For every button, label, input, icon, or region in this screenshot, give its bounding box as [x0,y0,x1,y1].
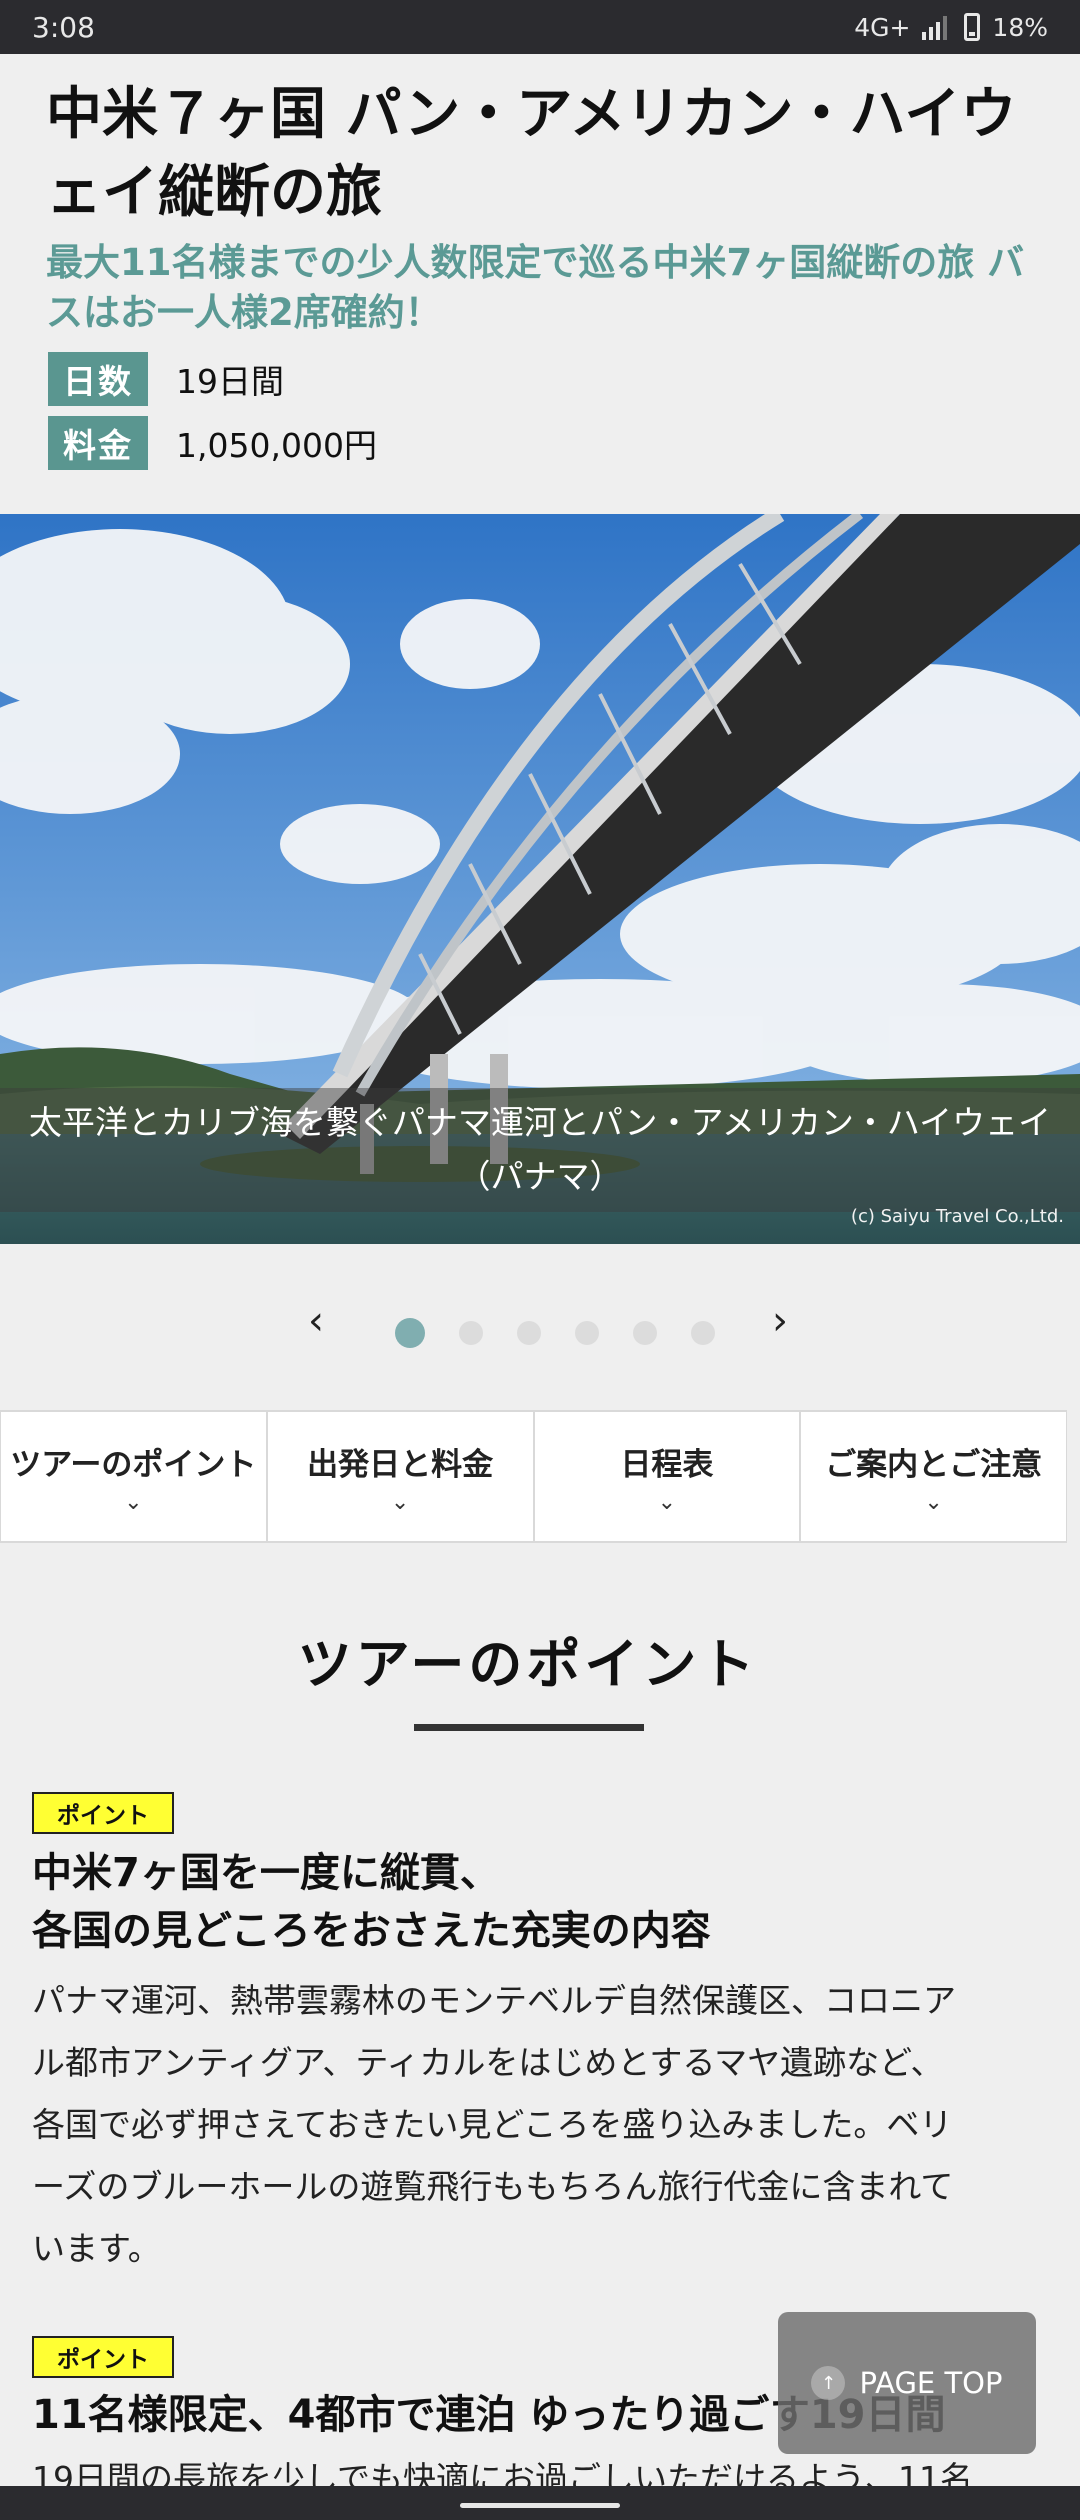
page-top-label: PAGE TOP [859,2366,1003,2400]
network-type: 4G+ [854,12,911,42]
carousel-dot-6[interactable] [691,1321,715,1345]
status-bar: 3:08 4G+ 18% [0,0,1080,54]
point-description: パナマ運河、熱帯雲霧林のモンテベルデ自然保護区、コロニア ル都市アンティグア、テ… [32,1970,1022,2280]
carousel-dot-5[interactable] [633,1321,657,1345]
tab-notes[interactable]: ご案内とご注意 ⌄ [800,1410,1067,1543]
chevron-down-icon: ⌄ [924,1489,943,1515]
text-line: います。 [32,2229,161,2268]
tab-itinerary[interactable]: 日程表 ⌄ [533,1410,801,1543]
point-badge: ポイント [32,1792,174,1834]
carousel-prev-button[interactable]: ‹ [308,1298,324,1344]
section-underline [414,1724,644,1731]
tour-title: 中米７ヶ国 パン・アメリカン・ハイウェイ縦断の旅 [46,82,1017,225]
carousel-next-button[interactable]: › [772,1298,788,1344]
price-label: 料金 [48,416,148,470]
tour-subtitle: 最大11名様までの少人数限定で巡る中米7ヶ国縦断の旅 バスはお一人様2席確約！ [46,241,1025,334]
days-label: 日数 [48,352,148,406]
days-row: 日数 19日間 [48,352,284,406]
tour-header: 中米７ヶ国 パン・アメリカン・ハイウェイ縦断の旅 最大11名様までの少人数限定で… [0,54,1080,514]
hero-caption-line2: （パナマ） [457,1157,623,1196]
tab-label: ツアーのポイント [10,1446,257,1483]
tab-dates-prices[interactable]: 出発日と料金 ⌄ [266,1410,534,1543]
carousel-dot-1[interactable] [395,1318,425,1348]
carousel-nav: ‹ › [0,1290,1080,1370]
text-line: 各国で必ず押さえておきたい見どころを盛り込みました。ベリ [32,2105,953,2144]
point-heading-line: 各国の見どころをおさえた充実の内容 [32,1908,711,1954]
arrow-up-icon: ↑ [811,2366,846,2400]
carousel-dot-3[interactable] [517,1321,541,1345]
days-value: 19日間 [176,362,284,401]
section-title: ツアーのポイント [297,1633,759,1696]
page-top-button[interactable]: ↑ PAGE TOP [778,2312,1036,2454]
status-indicators: 4G+ 18% [854,13,1048,42]
text-line: ーズのブルーホールの遊覧飛行ももちろん旅行代金に含まれて [32,2167,954,2206]
text-line: ル都市アンティグア、ティカルをはじめとするマヤ遺跡など、 [32,2043,944,2082]
hero-caption-line1: 太平洋とカリブ海を繋ぐパナマ運河とパン・アメリカン・ハイウェイ [28,1103,1052,1142]
battery-icon [964,13,981,41]
point-heading: 中米7ヶ国を一度に縦貫、 各国の見どころをおさえた充実の内容 [32,1844,711,1960]
section-tabs: ツアーのポイント ⌄ 出発日と料金 ⌄ 日程表 ⌄ ご案内とご注意 ⌄ [0,1410,1067,1543]
carousel-dots [395,1318,715,1348]
status-time: 3:08 [32,10,95,44]
chevron-down-icon: ⌄ [124,1489,143,1515]
chevron-down-icon: ⌄ [390,1489,410,1515]
point-badge: ポイント [32,2336,174,2378]
chevron-down-icon: ⌄ [657,1489,677,1515]
tab-label: 出発日と料金 [307,1446,494,1483]
price-value: 1,050,000円 [176,426,377,465]
text-line: パナマ運河、熱帯雲霧林のモンテベルデ自然保護区、コロニア [32,1981,956,2020]
home-gesture-pill[interactable] [460,2503,620,2508]
signal-icon [922,16,948,40]
battery-percent: 18% [992,12,1048,42]
carousel-dot-2[interactable] [459,1321,483,1345]
carousel-dot-4[interactable] [575,1321,599,1345]
tab-label: 日程表 [620,1446,714,1483]
tab-label: ご案内とご注意 [825,1446,1043,1483]
tab-tour-points[interactable]: ツアーのポイント ⌄ [0,1410,267,1543]
hero-caption: 太平洋とカリブ海を繋ぐパナマ運河とパン・アメリカン・ハイウェイ （パナマ） [0,1088,1080,1212]
point-heading-line: 中米7ヶ国を一度に縦貫、 [32,1850,500,1896]
price-row: 料金 1,050,000円 [48,416,377,470]
photo-credit: (c) Saiyu Travel Co.,Ltd. [850,1206,1064,1227]
